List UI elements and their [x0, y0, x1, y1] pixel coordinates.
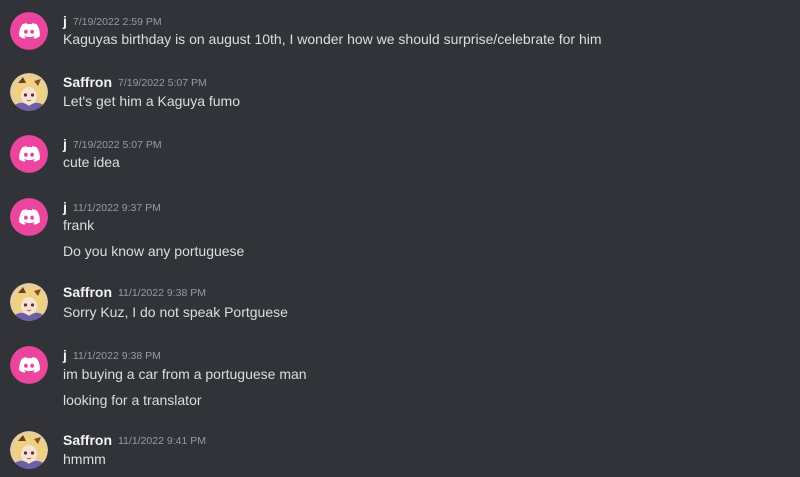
- message-text: Do you know any portuguese: [63, 243, 245, 259]
- message-text: frank: [63, 217, 95, 233]
- user-avatar[interactable]: [10, 198, 48, 236]
- timestamp[interactable]: 7/19/2022 2:59 PM: [73, 16, 162, 28]
- username[interactable]: j: [63, 347, 67, 363]
- message-text: hmmm: [63, 451, 106, 467]
- user-avatar[interactable]: [10, 431, 48, 469]
- message-text: cute idea: [63, 154, 120, 170]
- message-header: j 7/19/2022 2:59 PM: [63, 12, 162, 30]
- message-header: j 11/1/2022 9:37 PM: [63, 198, 161, 216]
- timestamp[interactable]: 7/19/2022 5:07 PM: [73, 139, 162, 151]
- discord-logo-icon: [10, 198, 48, 236]
- message-header: j 11/1/2022 9:38 PM: [63, 346, 161, 364]
- username[interactable]: j: [63, 13, 67, 29]
- message-header: Saffron 11/1/2022 9:38 PM: [63, 283, 206, 301]
- message-text: Sorry Kuz, I do not speak Portguese: [63, 304, 288, 320]
- username[interactable]: j: [63, 199, 67, 215]
- username[interactable]: Saffron: [63, 432, 112, 448]
- timestamp[interactable]: 11/1/2022 9:38 PM: [73, 350, 161, 362]
- username[interactable]: Saffron: [63, 74, 112, 90]
- message-text: Let's get him a Kaguya fumo: [63, 93, 240, 109]
- timestamp[interactable]: 11/1/2022 9:41 PM: [118, 435, 206, 447]
- anime-character-avatar-icon: [10, 73, 48, 111]
- anime-character-avatar-icon: [10, 283, 48, 321]
- timestamp[interactable]: 7/19/2022 5:07 PM: [118, 77, 207, 89]
- username[interactable]: Saffron: [63, 284, 112, 300]
- discord-logo-icon: [10, 12, 48, 50]
- discord-logo-icon: [10, 346, 48, 384]
- message-text: im buying a car from a portuguese man: [63, 366, 307, 382]
- anime-character-avatar-icon: [10, 431, 48, 469]
- discord-logo-icon: [10, 135, 48, 173]
- message-header: Saffron 7/19/2022 5:07 PM: [63, 73, 207, 91]
- message-header: j 7/19/2022 5:07 PM: [63, 135, 162, 153]
- timestamp[interactable]: 11/1/2022 9:38 PM: [118, 287, 206, 299]
- user-avatar[interactable]: [10, 283, 48, 321]
- user-avatar[interactable]: [10, 346, 48, 384]
- chat-message-list: j 7/19/2022 2:59 PM Kaguyas birthday is o…: [0, 0, 800, 477]
- message-text: Kaguyas birthday is on august 10th, I wo…: [63, 31, 602, 47]
- message-text: looking for a translator: [63, 392, 202, 408]
- user-avatar[interactable]: [10, 12, 48, 50]
- user-avatar[interactable]: [10, 73, 48, 111]
- timestamp[interactable]: 11/1/2022 9:37 PM: [73, 202, 161, 214]
- message-header: Saffron 11/1/2022 9:41 PM: [63, 431, 206, 449]
- user-avatar[interactable]: [10, 135, 48, 173]
- username[interactable]: j: [63, 136, 67, 152]
